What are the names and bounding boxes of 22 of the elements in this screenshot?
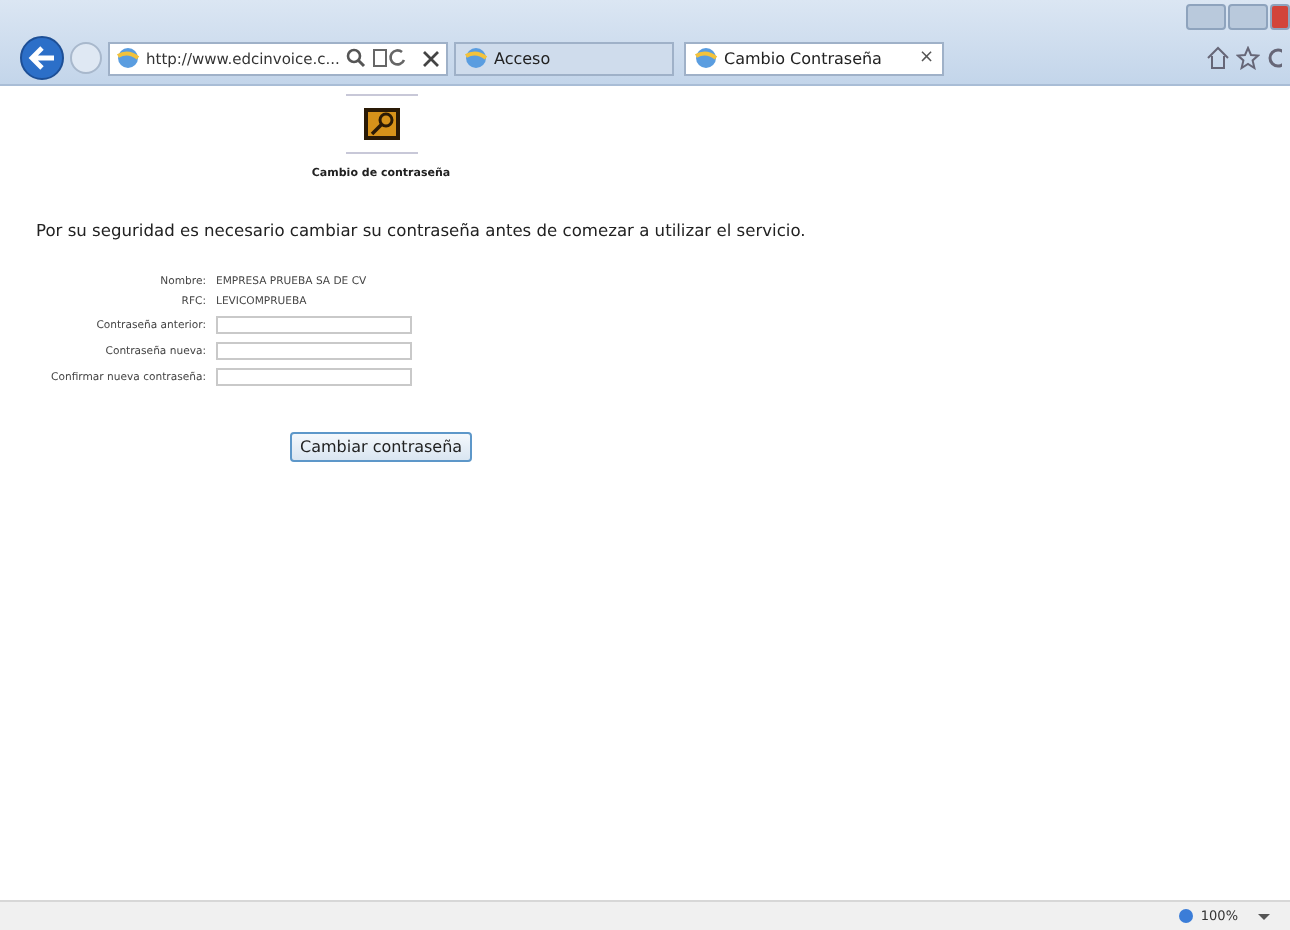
- page-icon: [464, 46, 488, 70]
- star-icon[interactable]: [1236, 46, 1260, 70]
- home-icon[interactable]: [1206, 46, 1230, 70]
- security-message: Por su seguridad es necesario cambiar su contraseña antes de comezar a utilizar el servicio.: [36, 220, 808, 240]
- change-password-button[interactable]: Cambiar contraseña: [290, 432, 473, 462]
- arrow-icon: [28, 46, 56, 70]
- page-icon: [694, 46, 718, 70]
- browser-tab[interactable]: Cambio Contraseña ×: [684, 41, 944, 75]
- password-field[interactable]: [216, 368, 412, 386]
- caret-icon[interactable]: [1258, 913, 1270, 919]
- tab-close-button[interactable]: ×: [918, 48, 934, 68]
- tab-title: Cambio Contraseña: [724, 49, 884, 67]
- search-icon[interactable]: [346, 48, 366, 68]
- close-button[interactable]: [1270, 4, 1290, 30]
- password-field[interactable]: [216, 342, 412, 360]
- zoom-icon: [1178, 907, 1197, 925]
- browser-tab[interactable]: Acceso: [454, 41, 674, 75]
- password-field[interactable]: [216, 316, 412, 334]
- tab-title: Acceso: [494, 49, 553, 67]
- page-icon: [116, 46, 140, 70]
- back-button[interactable]: [20, 36, 64, 80]
- close-icon[interactable]: [422, 49, 440, 67]
